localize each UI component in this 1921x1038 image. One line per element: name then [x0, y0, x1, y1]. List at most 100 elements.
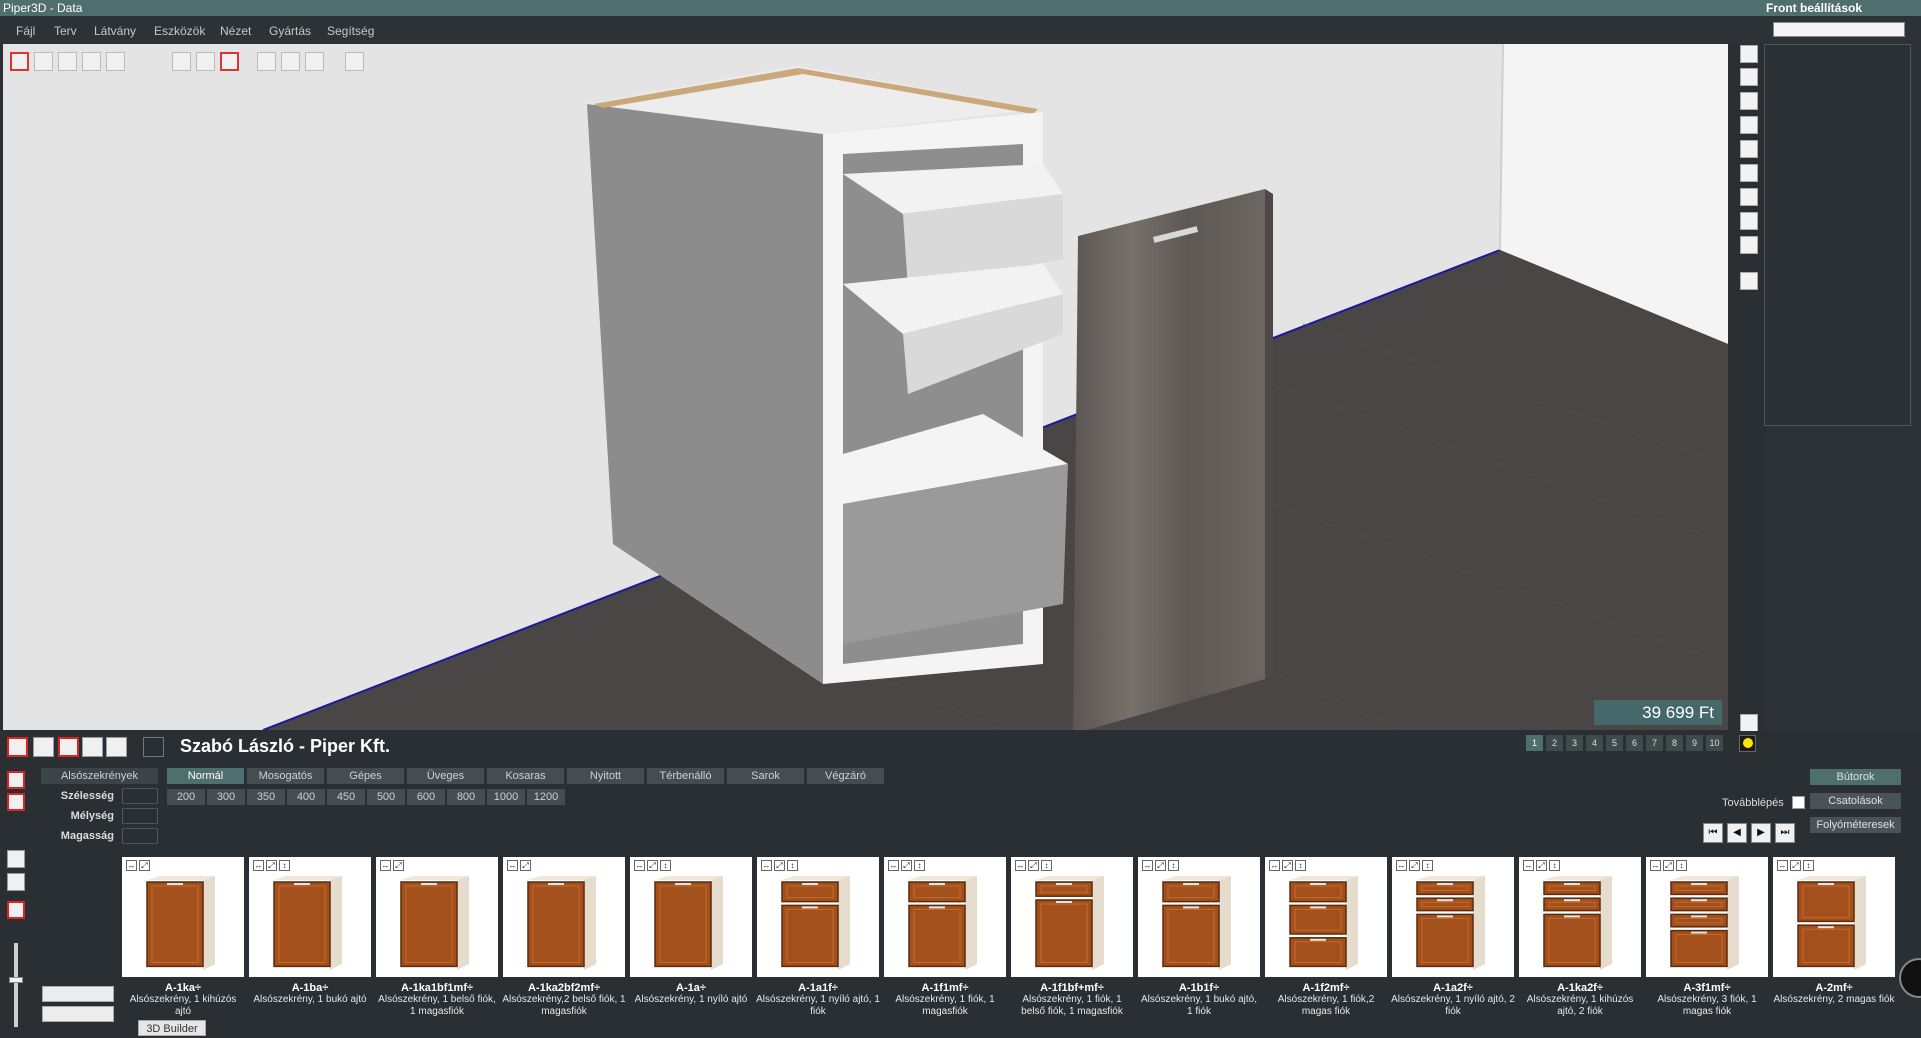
resize-width-icon[interactable]: ↔: [1650, 860, 1661, 871]
catalog-item[interactable]: ↔ ⤢ ↕: [1519, 857, 1641, 977]
page-9[interactable]: 9: [1686, 735, 1703, 751]
copy-view-2-icon[interactable]: [281, 52, 300, 71]
settings-sliders-icon[interactable]: [1740, 45, 1758, 63]
rotate-icon[interactable]: [1740, 140, 1758, 158]
expand-icon[interactable]: ⤢: [1409, 860, 1420, 871]
catalog-item[interactable]: ↔ ⤢ ↕: [884, 857, 1006, 977]
width-preset-400[interactable]: 400: [287, 789, 325, 805]
catalog-item[interactable]: ↔ ⤢ ↕: [1265, 857, 1387, 977]
resize-height-icon[interactable]: ↕: [787, 860, 798, 871]
tab-freestanding[interactable]: Térbenálló: [647, 768, 724, 784]
resize-width-icon[interactable]: ↔: [634, 860, 645, 871]
catalog-item[interactable]: ↔ ⤢ ↕: [1392, 857, 1514, 977]
stool-tool-icon[interactable]: [58, 52, 77, 71]
page-7[interactable]: 7: [1646, 735, 1663, 751]
width-preset-200[interactable]: 200: [167, 789, 205, 805]
running-meter-button[interactable]: Folyóméteresek: [1810, 817, 1901, 833]
table-tool-icon[interactable]: [82, 52, 101, 71]
page-6[interactable]: 6: [1626, 735, 1643, 751]
document-icon[interactable]: [1740, 68, 1758, 86]
visibility-icon[interactable]: [1740, 212, 1758, 230]
page-3[interactable]: 3: [1566, 735, 1583, 751]
expand-icon[interactable]: ⤢: [266, 860, 277, 871]
help-icon[interactable]: [1740, 188, 1758, 206]
arrow-right-icon[interactable]: [1740, 714, 1758, 732]
tab-open[interactable]: Nyitott: [567, 768, 644, 784]
catalog-item[interactable]: ↔ ⤢: [376, 857, 498, 977]
copy-view-1-icon[interactable]: [257, 52, 276, 71]
page-2[interactable]: 2: [1546, 735, 1563, 751]
expand-icon[interactable]: ⤢: [1282, 860, 1293, 871]
resize-height-icon[interactable]: ↕: [1803, 860, 1814, 871]
resize-width-icon[interactable]: ↔: [507, 860, 518, 871]
front-settings-input[interactable]: [1773, 22, 1905, 37]
back-view-icon[interactable]: [106, 737, 127, 757]
width-preset-500[interactable]: 500: [367, 789, 405, 805]
resize-height-icon[interactable]: ↕: [1295, 860, 1306, 871]
expand-icon[interactable]: ⤢: [520, 860, 531, 871]
resize-height-icon[interactable]: ↕: [660, 860, 671, 871]
page-8[interactable]: 8: [1666, 735, 1683, 751]
width-preset-350[interactable]: 350: [247, 789, 285, 805]
expand-icon[interactable]: ⤢: [901, 860, 912, 871]
furniture-button[interactable]: Bútorok: [1810, 769, 1901, 785]
catalog-item[interactable]: ↔ ⤢ ↕: [757, 857, 879, 977]
resize-height-icon[interactable]: ↕: [1676, 860, 1687, 871]
chair-tool-icon[interactable]: [34, 52, 53, 71]
expand-icon[interactable]: ⤢: [1663, 860, 1674, 871]
expand-icon[interactable]: ⤢: [774, 860, 785, 871]
tab-basket[interactable]: Kosaras: [487, 768, 564, 784]
resize-width-icon[interactable]: ↔: [888, 860, 899, 871]
resize-height-icon[interactable]: ↕: [1422, 860, 1433, 871]
resize-width-icon[interactable]: ↔: [380, 860, 391, 871]
expand-icon[interactable]: ⤢: [1536, 860, 1547, 871]
resize-height-icon[interactable]: ↕: [279, 860, 290, 871]
resize-width-icon[interactable]: ↔: [126, 860, 137, 871]
depth-field[interactable]: [122, 808, 158, 824]
tab-appliance[interactable]: Gépes: [327, 768, 404, 784]
frame-view-icon[interactable]: [7, 901, 25, 919]
3d-viewport[interactable]: [3, 44, 1728, 730]
play-icon[interactable]: [33, 737, 54, 757]
zoom-slider-track[interactable]: [14, 943, 18, 1027]
resize-width-icon[interactable]: ↔: [761, 860, 772, 871]
export-icon[interactable]: [1740, 92, 1758, 110]
menu-item-visual[interactable]: Látvány: [94, 24, 136, 38]
stop-icon[interactable]: [58, 737, 79, 757]
menu-item-view[interactable]: Nézet: [220, 24, 251, 38]
width-preset-1200[interactable]: 1200: [527, 789, 565, 805]
resize-height-icon[interactable]: ↕: [1549, 860, 1560, 871]
print-icon[interactable]: [1740, 116, 1758, 134]
cube-view-2-icon[interactable]: [196, 52, 215, 71]
continue-checkbox[interactable]: [1792, 796, 1805, 809]
preview-bar-1[interactable]: [42, 986, 114, 1002]
catalog-item[interactable]: ↔ ⤢ ↕: [1011, 857, 1133, 977]
menu-item-plan[interactable]: Terv: [54, 24, 77, 38]
resize-width-icon[interactable]: ↔: [1777, 860, 1788, 871]
copy-view-3-icon[interactable]: [305, 52, 324, 71]
catalog-item[interactable]: ↔ ⤢: [122, 857, 244, 977]
resize-width-icon[interactable]: ↔: [1142, 860, 1153, 871]
cube-view-3-icon[interactable]: [220, 52, 239, 71]
expand-icon[interactable]: ⤢: [393, 860, 404, 871]
collapse-down-icon[interactable]: [7, 793, 25, 811]
page-icon[interactable]: [1740, 164, 1758, 182]
catalog-item[interactable]: ↔ ⤢ ↕: [249, 857, 371, 977]
width-preset-600[interactable]: 600: [407, 789, 445, 805]
resize-height-icon[interactable]: ↕: [1168, 860, 1179, 871]
catalog-item[interactable]: ↔ ⤢: [503, 857, 625, 977]
light-bulb-icon[interactable]: [1739, 735, 1756, 752]
tab-end-panel[interactable]: Végzáró: [807, 768, 884, 784]
prev-page-icon[interactable]: ◀: [1727, 823, 1747, 843]
page-1[interactable]: 1: [1526, 735, 1543, 751]
tab-sink[interactable]: Mosogatós: [247, 768, 324, 784]
attachments-button[interactable]: Csatolások: [1810, 793, 1901, 809]
resize-width-icon[interactable]: ↔: [1523, 860, 1534, 871]
menu-item-help[interactable]: Segítség: [327, 24, 374, 38]
layers-icon[interactable]: [1740, 236, 1758, 254]
wall-tool-icon[interactable]: [10, 52, 29, 71]
expand-icon[interactable]: ⤢: [1790, 860, 1801, 871]
catalog-item[interactable]: ↔ ⤢ ↕: [1773, 857, 1895, 977]
resize-height-icon[interactable]: ↕: [914, 860, 925, 871]
width-preset-1000[interactable]: 1000: [487, 789, 525, 805]
